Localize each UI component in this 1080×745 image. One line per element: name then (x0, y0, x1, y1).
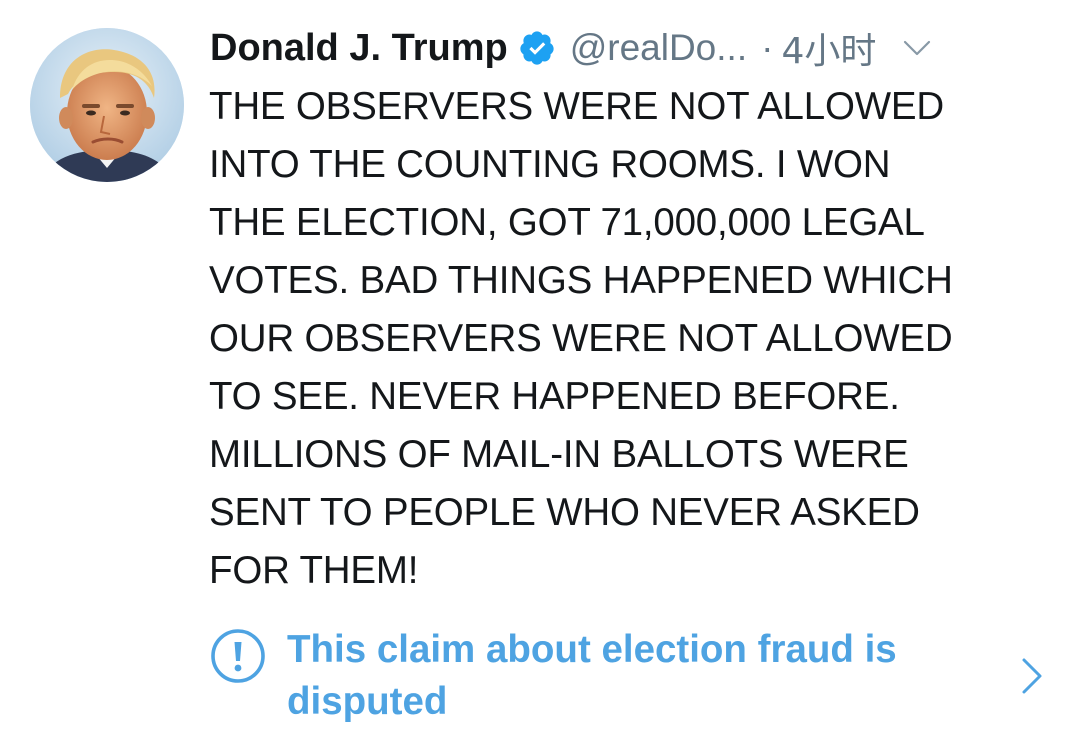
profile-photo (30, 28, 184, 182)
exclamation-circle-icon (210, 628, 266, 684)
display-name[interactable]: Donald J. Trump (210, 27, 508, 70)
verified-badge-icon (518, 29, 556, 67)
tweet-header: Donald J. Trump @realDo... · 4小时 (210, 20, 1070, 76)
disputed-claim-label[interactable]: This claim about election fraud is dispu… (287, 624, 1007, 728)
chevron-right-icon[interactable] (1018, 654, 1046, 698)
avatar[interactable] (30, 28, 184, 182)
user-handle[interactable]: @realDo... (570, 27, 747, 69)
tweet[interactable]: Donald J. Trump @realDo... · 4小时 THE OBS… (0, 0, 1080, 745)
chevron-down-icon[interactable] (900, 31, 934, 65)
tweet-text: THE OBSERVERS WERE NOT ALLOWED INTO THE … (209, 85, 953, 592)
disputed-claim-notice[interactable]: This claim about election fraud is dispu… (210, 624, 1070, 734)
tweet-timestamp[interactable]: 4小时 (781, 22, 876, 74)
separator-dot: · (761, 27, 774, 68)
